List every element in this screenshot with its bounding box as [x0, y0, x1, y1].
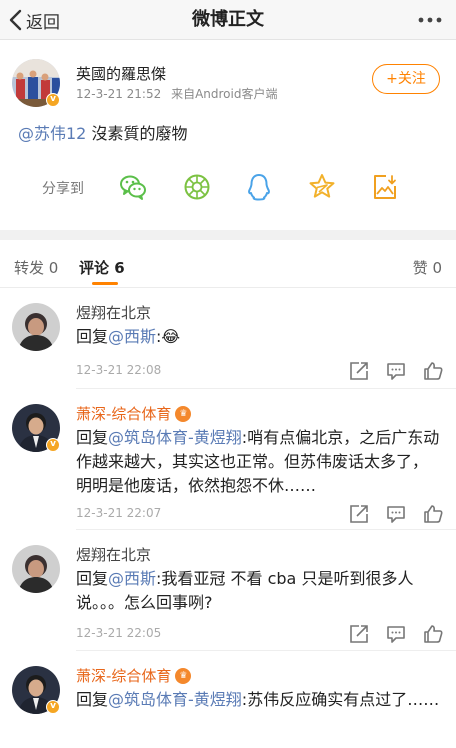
- verified-badge-icon: v: [46, 438, 60, 452]
- tab-likes[interactable]: 赞 0: [413, 257, 442, 278]
- back-label: 返回: [26, 12, 60, 33]
- verified-badge-icon: v: [46, 700, 60, 714]
- member-medal-icon: ♛: [175, 405, 192, 422]
- comment-text: 回复@筑岛体育-黄煜翔:苏伟反应确实有点过了……: [76, 688, 442, 712]
- repost-comment-button[interactable]: [348, 623, 370, 645]
- like-comment-button[interactable]: [422, 623, 444, 645]
- comment-body: :😂: [156, 327, 181, 346]
- commenter-name[interactable]: 萧深-综合体育 ♛: [76, 403, 192, 424]
- divider: [76, 529, 456, 530]
- thumbs-up-icon: [424, 625, 443, 643]
- comment-body: :苏伟反应确实有点过了……: [241, 690, 440, 709]
- post-card: v 英國的羅思傑 12-3-21 21:52 来自Android客户端 +关注 …: [0, 41, 456, 230]
- comment-icon: [387, 626, 405, 643]
- avatar-image: [12, 303, 60, 351]
- mention-link[interactable]: @筑岛体育-黄煜翔: [108, 428, 242, 447]
- moments-icon: [184, 174, 210, 200]
- save-image-icon: [374, 175, 396, 199]
- comment-time: 12-3-21 22:07: [76, 506, 162, 520]
- share-out-icon: [350, 625, 368, 643]
- comment-item: 煜翔在北京 回复@西斯:我看亚冠 不看 cba 只是听到很多人说。。。怎么回事咧…: [0, 531, 456, 651]
- comment-text: 回复@筑岛体育-黄煜翔:哨有点偏北京，之后广东动作越来越大，其实这也正常。但苏伟…: [76, 426, 442, 498]
- post-text: 沒素質的廢物: [86, 124, 188, 143]
- reply-prefix: 回复: [76, 428, 109, 447]
- share-out-icon: [350, 505, 368, 523]
- interaction-tabs: 转发 0 评论 6 赞 0: [0, 240, 456, 288]
- reply-comment-button[interactable]: [385, 503, 407, 525]
- mention-link[interactable]: @西斯: [108, 569, 156, 588]
- comment-time: 12-3-21 22:08: [76, 363, 162, 377]
- wechat-icon: [120, 175, 146, 200]
- post-body: @苏伟12 沒素質的廢物: [18, 120, 187, 144]
- member-medal-icon: ♛: [175, 667, 192, 684]
- comment-time: 12-3-21 22:05: [76, 626, 162, 640]
- comment-text: 回复@西斯:我看亚冠 不看 cba 只是听到很多人说。。。怎么回事咧?: [76, 567, 442, 615]
- post-meta: 12-3-21 21:52 来自Android客户端: [76, 85, 277, 102]
- share-wechat-button[interactable]: [118, 172, 148, 202]
- thumbs-up-icon: [424, 505, 443, 523]
- share-out-icon: [350, 362, 368, 380]
- share-qq-button[interactable]: [244, 172, 274, 202]
- reply-comment-button[interactable]: [385, 623, 407, 645]
- comment-item: 煜翔在北京 回复@西斯:😂 12-3-21 22:08: [0, 289, 456, 389]
- share-label: 分享到: [42, 181, 84, 197]
- commenter-avatar[interactable]: [12, 303, 60, 351]
- nav-bar: 返回 微博正文: [0, 0, 456, 40]
- repost-comment-button[interactable]: [348, 360, 370, 382]
- section-gap: [0, 230, 456, 240]
- tab-repost[interactable]: 转发 0: [14, 257, 58, 278]
- author-name[interactable]: 英國的羅思傑: [76, 63, 166, 84]
- active-tab-indicator: [92, 282, 118, 285]
- comment-item: v 萧深-综合体育 ♛ 回复@筑岛体育-黄煜翔:哨有点偏北京，之后广东动作越来越大…: [0, 390, 456, 530]
- commenter-name[interactable]: 萧深-综合体育 ♛: [76, 665, 192, 686]
- divider: [76, 388, 456, 389]
- mention-link[interactable]: @筑岛体育-黄煜翔: [108, 690, 242, 709]
- commenter-name[interactable]: 煜翔在北京: [76, 544, 151, 565]
- comment-text: 回复@西斯:😂: [76, 325, 442, 349]
- thumbs-up-icon: [424, 362, 443, 380]
- like-comment-button[interactable]: [422, 360, 444, 382]
- back-button[interactable]: 返回: [8, 6, 60, 34]
- verified-badge-icon: v: [46, 93, 60, 107]
- tab-comments[interactable]: 评论 6: [79, 257, 125, 278]
- reply-prefix: 回复: [76, 327, 109, 346]
- mention-link[interactable]: @苏伟12: [18, 124, 86, 143]
- commenter-avatar[interactable]: [12, 545, 60, 593]
- commenter-name-text: 萧深-综合体育: [76, 405, 172, 423]
- page-title: 微博正文: [192, 9, 264, 30]
- commenter-name[interactable]: 煜翔在北京: [76, 302, 151, 323]
- qzone-star-icon: [309, 174, 335, 198]
- reply-prefix: 回复: [76, 690, 109, 709]
- follow-button[interactable]: +关注: [372, 64, 440, 94]
- commenter-name-text: 煜翔在北京: [76, 304, 152, 322]
- more-icon: [418, 17, 442, 23]
- qq-icon: [248, 174, 270, 201]
- reply-comment-button[interactable]: [385, 360, 407, 382]
- reply-prefix: 回复: [76, 569, 109, 588]
- comment-item: v 萧深-综合体育 ♛ 回复@筑岛体育-黄煜翔:苏伟反应确实有点过了……: [0, 652, 456, 748]
- post-source: 来自Android客户端: [171, 87, 278, 101]
- chevron-left-icon: [9, 9, 22, 31]
- mention-link[interactable]: @西斯: [108, 327, 156, 346]
- share-moments-button[interactable]: [182, 172, 212, 202]
- like-comment-button[interactable]: [422, 503, 444, 525]
- more-button[interactable]: [416, 8, 444, 32]
- comment-icon: [387, 506, 405, 523]
- commenter-name-text: 煜翔在北京: [76, 546, 152, 564]
- share-qzone-button[interactable]: [307, 172, 337, 202]
- share-save-button[interactable]: [370, 172, 400, 202]
- post-time: 12-3-21 21:52: [76, 87, 162, 101]
- repost-comment-button[interactable]: [348, 503, 370, 525]
- commenter-name-text: 萧深-综合体育: [76, 667, 172, 685]
- comment-icon: [387, 363, 405, 380]
- avatar-image: [12, 545, 60, 593]
- divider: [76, 650, 456, 651]
